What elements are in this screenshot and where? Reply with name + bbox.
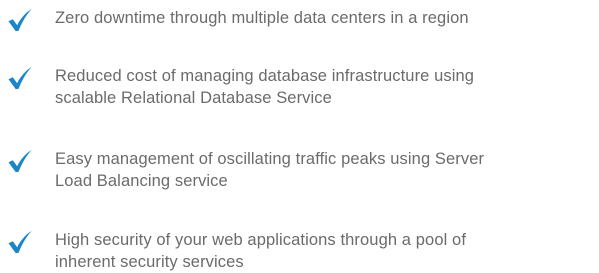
feature-text-line: scalable Relational Database Service bbox=[55, 89, 332, 107]
feature-text: Reduced cost of managing database infras… bbox=[55, 65, 595, 109]
feature-text-line: inherent security services bbox=[55, 253, 244, 271]
feature-text-line: Zero downtime through multiple data cent… bbox=[55, 9, 469, 27]
feature-text: High security of your web applications t… bbox=[55, 229, 595, 273]
feature-text-line: Reduced cost of managing database infras… bbox=[55, 67, 475, 85]
feature-text-line: High security of your web applications t… bbox=[55, 231, 467, 249]
feature-text: Easy management of oscillating traffic p… bbox=[55, 148, 595, 192]
checkmark-icon bbox=[7, 66, 33, 90]
feature-text: Zero downtime through multiple data cent… bbox=[55, 7, 595, 29]
checkmark-icon bbox=[7, 8, 33, 32]
checkmark-icon bbox=[7, 230, 33, 254]
feature-list: Zero downtime through multiple data cent… bbox=[0, 0, 599, 273]
feature-text-line: Easy management of oscillating traffic p… bbox=[55, 150, 485, 168]
feature-text-line: Load Balancing service bbox=[55, 172, 228, 190]
checkmark-icon bbox=[7, 149, 33, 173]
